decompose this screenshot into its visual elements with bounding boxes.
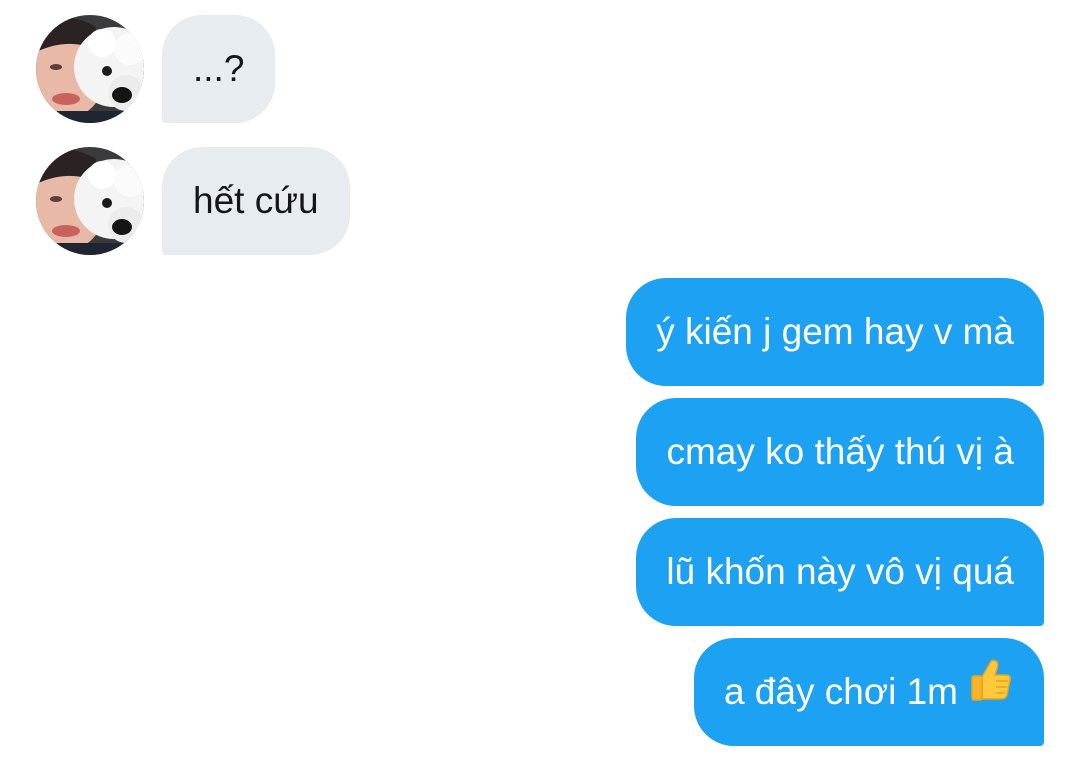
incoming-message-bubble[interactable]: hết cứu — [162, 147, 350, 255]
sender-avatar[interactable] — [36, 15, 144, 123]
outgoing-message-bubble[interactable]: lũ khốn này vô vị quá — [636, 518, 1044, 626]
outgoing-message-bubble[interactable]: ý kiến j gem hay v mà — [626, 278, 1044, 386]
avatar-photo-icon — [36, 15, 144, 123]
outgoing-message-text: a đây chơi 1m — [723, 671, 958, 712]
outgoing-message-bubble[interactable]: cmay ko thấy thú vị à — [636, 398, 1044, 506]
avatar-photo-icon — [36, 147, 144, 255]
sender-avatar[interactable] — [36, 147, 144, 255]
thumbs-up-icon — [968, 637, 1014, 745]
outgoing-message-bubble[interactable]: a đây chơi 1m — [693, 637, 1044, 746]
message-thread: ...? hết cứu ý kiến j gem hay v mà cmay … — [0, 0, 1080, 762]
incoming-message-bubble[interactable]: ...? — [162, 15, 276, 123]
